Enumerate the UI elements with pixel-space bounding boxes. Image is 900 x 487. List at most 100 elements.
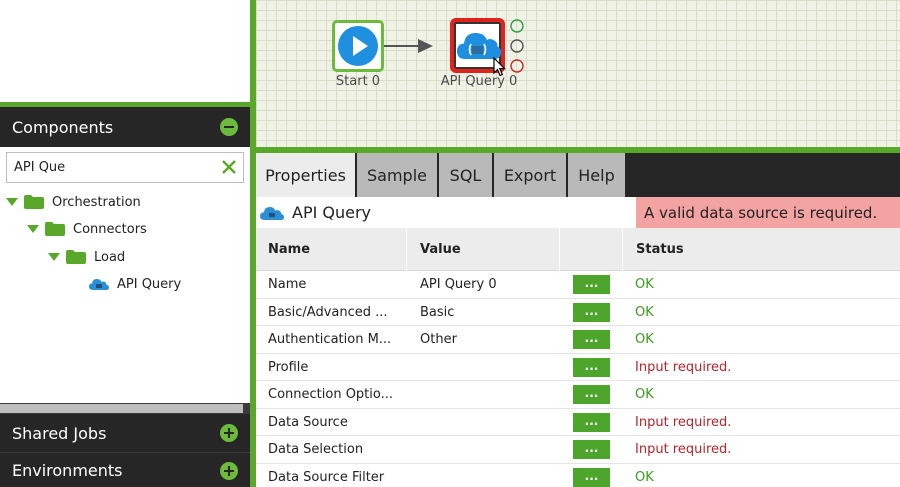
edit-property-button[interactable]: ... — [573, 412, 610, 432]
tab-label: Help — [578, 165, 615, 185]
property-row[interactable]: Data Source... Input required. — [256, 408, 900, 436]
property-value[interactable] — [420, 464, 555, 487]
expanded-arrow-icon[interactable] — [27, 225, 39, 233]
tree-item-orchestration[interactable]: Orchestration — [6, 191, 141, 213]
components-panel-header[interactable]: Components — [0, 107, 250, 147]
property-status: OK — [635, 387, 654, 402]
tree-item-label: Orchestration — [52, 194, 141, 210]
edit-property-button[interactable]: ... — [573, 467, 610, 487]
tree-item-label: Connectors — [73, 221, 147, 237]
property-row[interactable]: Data Source Filter... OK — [256, 463, 900, 487]
success-port-icon — [510, 19, 524, 33]
column-separator — [406, 228, 407, 271]
tab-help[interactable]: Help — [568, 153, 626, 197]
property-value[interactable] — [420, 354, 555, 381]
left-pane: Components Orchestration Connectors Load — [0, 0, 250, 487]
play-icon — [338, 26, 378, 66]
validation-error-message: A valid data source is required. — [636, 197, 900, 228]
edit-property-button[interactable]: ... — [573, 302, 610, 322]
cloud-api-icon — [260, 207, 284, 220]
tree-item-load[interactable]: Load — [48, 246, 125, 268]
property-status: OK — [635, 277, 654, 292]
cloud-api-icon — [89, 279, 109, 290]
property-row[interactable]: Data Selection... Input required. — [256, 436, 900, 464]
tab-properties[interactable]: Properties — [256, 153, 356, 197]
property-status: OK — [635, 304, 654, 320]
api-query-node-label: API Query 0 — [440, 74, 518, 89]
property-name: Name — [268, 277, 307, 292]
column-header-value[interactable]: Value — [408, 228, 558, 271]
collapse-icon[interactable] — [220, 118, 238, 136]
left-top-area — [0, 0, 250, 102]
property-name: Connection Optio... — [268, 387, 394, 402]
property-name: Data Selection — [268, 442, 364, 457]
property-value[interactable] — [420, 436, 555, 463]
start-node-label: Start 0 — [335, 74, 381, 89]
tab-export[interactable]: Export — [494, 153, 567, 197]
mouse-cursor-icon — [493, 57, 506, 77]
property-value[interactable] — [420, 409, 555, 436]
components-header-label: Components — [12, 117, 114, 137]
property-status: OK — [635, 469, 654, 485]
property-name: Basic/Advanced ... — [268, 304, 388, 320]
property-status: OK — [635, 332, 654, 347]
tab-label: Export — [503, 165, 557, 185]
expand-icon[interactable] — [220, 461, 238, 480]
property-value[interactable]: Basic — [420, 299, 555, 326]
unconditional-port-icon — [510, 39, 524, 53]
environments-header-label: Environments — [12, 461, 123, 480]
tree-item-label: Load — [94, 249, 126, 265]
properties-tab-bar: Properties Sample SQL Export Help — [256, 153, 900, 197]
column-header-status[interactable]: Status — [624, 228, 900, 271]
start-node[interactable] — [332, 20, 384, 72]
tree-item-label: API Query — [117, 276, 182, 292]
edit-property-button[interactable]: ... — [573, 357, 610, 377]
folder-icon — [45, 222, 65, 236]
edit-property-button[interactable]: ... — [573, 330, 610, 349]
tree-scrollbar-thumb[interactable] — [0, 404, 243, 413]
column-header-name[interactable]: Name — [256, 228, 406, 271]
property-row[interactable]: Basic/Advanced ... Basic... OK — [256, 298, 900, 326]
property-row[interactable]: Name API Query 0... OK — [256, 271, 900, 299]
job-canvas[interactable]: Start 0 API Query 0 — [256, 0, 900, 147]
property-status: Input required. — [635, 442, 732, 457]
edit-property-button[interactable]: ... — [573, 275, 610, 294]
property-name: Data Source — [268, 414, 348, 430]
property-row[interactable]: Connection Optio...... OK — [256, 381, 900, 409]
folder-icon — [66, 250, 86, 264]
tree-item-api-query[interactable]: API Query — [89, 273, 181, 295]
property-name: Authentication M... — [268, 332, 392, 347]
expanded-arrow-icon[interactable] — [48, 253, 60, 261]
shared-jobs-header-label: Shared Jobs — [12, 423, 107, 443]
tree-item-connectors[interactable]: Connectors — [27, 218, 147, 240]
failure-port-icon — [510, 59, 524, 73]
property-value[interactable] — [420, 381, 555, 408]
edit-property-button[interactable]: ... — [573, 385, 610, 404]
expand-icon[interactable] — [220, 424, 238, 442]
property-status: Input required. — [635, 414, 732, 430]
edit-property-button[interactable]: ... — [573, 440, 610, 459]
component-search-box — [6, 152, 244, 183]
shared-jobs-panel-header[interactable]: Shared Jobs — [0, 414, 250, 452]
properties-title-row: API Query A valid data source is require… — [256, 197, 900, 228]
property-row[interactable]: Authentication M... Other... OK — [256, 326, 900, 354]
folder-icon — [24, 195, 44, 209]
environments-panel-header[interactable]: Environments — [0, 452, 250, 487]
properties-grid-header: Name Value Status — [256, 228, 900, 271]
tab-label: SQL — [449, 165, 482, 185]
property-value[interactable]: Other — [420, 326, 555, 353]
column-separator — [622, 228, 623, 271]
component-title: API Query — [292, 203, 372, 222]
clear-search-icon[interactable] — [220, 158, 238, 176]
tab-sql[interactable]: SQL — [439, 153, 493, 197]
expanded-arrow-icon[interactable] — [6, 198, 18, 206]
property-value[interactable]: API Query 0 — [420, 271, 555, 298]
property-row[interactable]: Profile... Input required. — [256, 353, 900, 381]
tab-sample[interactable]: Sample — [357, 153, 438, 197]
connector-arrowhead — [418, 39, 433, 53]
property-name: Profile — [268, 359, 309, 375]
property-status: Input required. — [635, 359, 732, 375]
column-separator — [559, 228, 560, 271]
error-text: A valid data source is required. — [644, 203, 878, 222]
component-search-input[interactable] — [7, 153, 212, 182]
